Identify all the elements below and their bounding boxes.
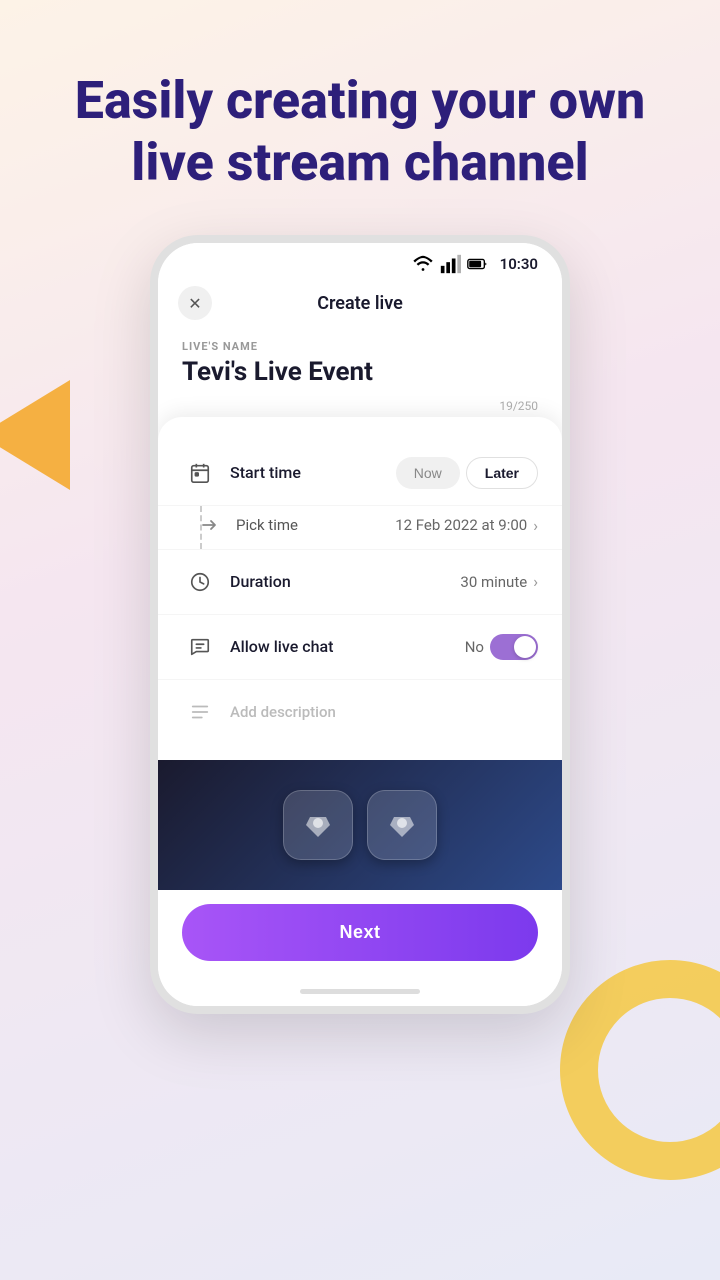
bottom-sheet: Start time Now Later Pick time 12 Feb 20… <box>158 417 562 760</box>
battery-icon <box>466 253 488 275</box>
close-button[interactable]: ✕ <box>178 286 212 320</box>
char-count: 19/250 <box>158 395 562 417</box>
media-preview <box>158 760 562 890</box>
status-icons <box>412 253 488 275</box>
start-time-row: Start time Now Later <box>158 441 562 506</box>
duration-chevron: › <box>533 572 538 591</box>
hero-section: Easily creating your own live stream cha… <box>0 0 720 225</box>
allow-chat-value: No <box>465 634 538 660</box>
start-time-label: Start time <box>230 463 396 482</box>
description-row[interactable]: Add description <box>158 680 562 744</box>
pick-time-chevron: › <box>533 516 538 535</box>
later-button[interactable]: Later <box>466 457 538 489</box>
close-icon: ✕ <box>188 294 201 313</box>
hero-title: Easily creating your own live stream cha… <box>60 70 660 195</box>
duration-label: Duration <box>230 572 460 591</box>
live-name-value: Tevi's Live Event <box>182 357 538 387</box>
toggle-knob <box>514 636 536 658</box>
phone-bottom-bar <box>158 981 562 1006</box>
now-button[interactable]: Now <box>396 457 460 489</box>
description-placeholder: Add description <box>230 703 538 721</box>
key-icon-1 <box>283 790 353 860</box>
next-button[interactable]: Next <box>182 904 538 961</box>
live-name-label: LIVE'S NAME <box>182 340 538 353</box>
dashed-connector <box>200 506 202 549</box>
key-icon-2 <box>367 790 437 860</box>
status-bar: 10:30 <box>158 243 562 279</box>
allow-chat-row: Allow live chat No <box>158 615 562 680</box>
keyboard-visual <box>283 790 437 860</box>
pick-time-row: Pick time 12 Feb 2022 at 9:00 › <box>158 506 562 550</box>
allow-chat-label: Allow live chat <box>230 637 465 656</box>
phone-frame: 10:30 ✕ Create live LIVE'S NAME Tevi's L… <box>150 235 570 1014</box>
duration-icon <box>182 564 218 600</box>
pick-time-label: Pick time <box>236 516 395 534</box>
allow-chat-toggle[interactable] <box>490 634 538 660</box>
live-name-section: LIVE'S NAME Tevi's Live Event <box>158 328 562 395</box>
start-time-icon <box>182 455 218 491</box>
phone-wrapper: 10:30 ✕ Create live LIVE'S NAME Tevi's L… <box>0 235 720 1014</box>
status-time: 10:30 <box>500 255 538 273</box>
next-button-section: Next <box>158 890 562 981</box>
app-header: ✕ Create live <box>158 279 562 328</box>
duration-row[interactable]: Duration 30 minute › <box>158 550 562 615</box>
wifi-icon <box>412 253 434 275</box>
header-title: Create live <box>317 293 403 314</box>
description-icon <box>182 694 218 730</box>
arrow-right-icon <box>201 518 219 532</box>
pick-time-value[interactable]: 12 Feb 2022 at 9:00 › <box>395 516 538 535</box>
duration-value: 30 minute › <box>460 572 538 591</box>
time-buttons: Now Later <box>396 457 538 489</box>
chat-icon <box>182 629 218 665</box>
home-indicator <box>300 989 420 994</box>
signal-icon <box>439 253 461 275</box>
